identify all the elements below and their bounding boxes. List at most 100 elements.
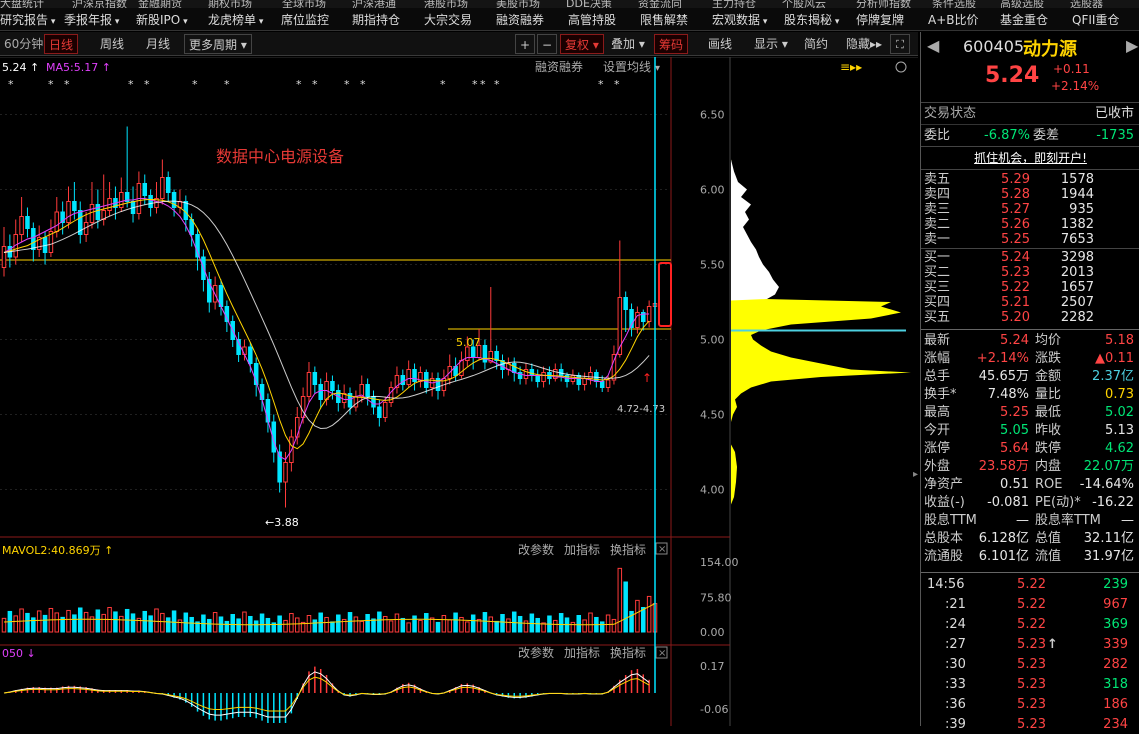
candle-body — [605, 379, 611, 388]
top-strip-item[interactable]: 条件选股 — [932, 0, 976, 8]
tick-price: 5.23 — [1017, 637, 1046, 652]
menu-item[interactable]: 宏观数据 ▾ — [712, 11, 767, 28]
gear-icon[interactable] — [895, 61, 907, 73]
chevron-down-icon: ▾ — [48, 17, 56, 27]
display-dropdown[interactable]: 显示 ▾ — [750, 34, 792, 54]
candle-body — [306, 372, 312, 397]
fullscreen-icon[interactable]: ⛶ — [890, 34, 910, 54]
overlay-dropdown[interactable]: 叠加 ▾ — [607, 34, 649, 54]
set-ma-link[interactable]: 设置均线 — [603, 60, 651, 74]
menu-item[interactable]: 基金重仓 — [1000, 11, 1048, 28]
fuquan-dropdown[interactable]: 复权 ▾ — [560, 34, 604, 54]
bid-row[interactable]: 买四 5.21 2507 — [921, 295, 1139, 310]
profile-settings-icon[interactable]: ≡▸▸ — [840, 60, 862, 74]
menu-item[interactable]: 融资融券 — [496, 11, 544, 28]
bid-row[interactable]: 买二 5.23 2013 — [921, 265, 1139, 280]
tab-week[interactable]: 周线 — [96, 34, 128, 54]
top-strip-item[interactable]: 期权市场 — [208, 0, 252, 8]
tab-day[interactable]: 日线 — [44, 34, 79, 54]
event-star-icon: * — [312, 78, 318, 91]
vol-change-param[interactable]: 改参数 — [518, 542, 554, 557]
top-strip-item[interactable]: 资金流向 — [638, 0, 682, 8]
vol-swap-indicator[interactable]: 换指标 — [610, 542, 646, 557]
top-strip-item[interactable]: 沪深京指数 — [72, 0, 127, 8]
ask-row[interactable]: 卖四 5.28 1944 — [921, 187, 1139, 202]
stat-label: 净资产 — [924, 477, 964, 492]
last-price: 5.24 — [985, 63, 1040, 88]
next-stock-icon[interactable]: ▶ — [1126, 36, 1138, 55]
collapse-panel-icon[interactable]: ▸ — [913, 469, 918, 480]
ask-row[interactable]: 卖一 5.25 7653 — [921, 232, 1139, 247]
menu-item[interactable]: QFII重仓 — [1072, 11, 1119, 28]
top-strip-item[interactable]: 大盘统计 — [0, 0, 44, 8]
menu-item[interactable]: 研究报告 ▾ — [0, 11, 55, 28]
top-strip-item[interactable]: 选股器 — [1070, 0, 1103, 8]
tick-time: :30 — [945, 657, 966, 672]
bid-row[interactable]: 买一 5.24 3298 — [921, 250, 1139, 265]
tick-price: 5.22 — [1017, 597, 1046, 612]
bid-row[interactable]: 买三 5.22 1657 — [921, 280, 1139, 295]
more-period-dropdown[interactable]: 更多周期 ▾ — [184, 34, 252, 54]
zoom-in-button[interactable]: + — [515, 34, 535, 54]
menu-item[interactable]: 龙虎榜单 ▾ — [208, 11, 263, 28]
ask-row[interactable]: 卖二 5.26 1382 — [921, 217, 1139, 232]
set-ma-chevron-icon[interactable]: ▾ — [655, 63, 660, 74]
candle-body — [265, 399, 271, 423]
simple-button[interactable]: 简约 — [800, 34, 832, 54]
candle-body — [142, 183, 148, 196]
menu-item[interactable]: 新股IPO ▾ — [136, 11, 188, 28]
stat-label: 总值 — [1035, 531, 1062, 546]
macd-close-x[interactable]: × — [658, 648, 666, 659]
vol-close-x[interactable]: × — [658, 544, 666, 555]
ask-row[interactable]: 卖五 5.29 1578 — [921, 172, 1139, 187]
top-strip-item[interactable]: 高级选股 — [1000, 0, 1044, 8]
top-strip-item[interactable]: 港股市场 — [424, 0, 468, 8]
macd-swap-indicator[interactable]: 换指标 — [610, 645, 646, 660]
menu-item[interactable]: A+B比价 — [928, 11, 979, 28]
menu-item[interactable]: 高管持股 — [568, 11, 616, 28]
volume-bar — [465, 621, 470, 633]
top-strip-item[interactable]: 主力持仓 — [712, 0, 756, 8]
candle-body — [72, 201, 77, 211]
bid-row[interactable]: 买五 5.20 2282 — [921, 310, 1139, 325]
kline-chart[interactable]: 5.24 ↑ MA5:5.17 ↑ 融资融券 设置均线 ▾ * * * * * * * * * *… — [0, 56, 918, 726]
menu-item[interactable]: 季报年报 ▾ — [64, 11, 119, 28]
candle-body — [248, 346, 253, 364]
quote-panel: ◀ 600405 动力源 ▶ 5.24 +0.11 +2.14% 交易状态 已收… — [920, 32, 1139, 732]
top-strip-item[interactable]: 个股风云 — [782, 0, 826, 8]
tick-volume: 369 — [1103, 617, 1128, 632]
macd-change-param[interactable]: 改参数 — [518, 645, 554, 660]
ask-row[interactable]: 卖三 5.27 935 — [921, 202, 1139, 217]
tick-row: :30 5.23 282 — [921, 656, 1139, 674]
top-strip-item[interactable]: 分析师指数 — [856, 0, 911, 8]
menu-item[interactable]: 限售解禁 — [640, 11, 688, 28]
top-strip-item[interactable]: 全球市场 — [282, 0, 326, 8]
candle-body — [377, 406, 382, 418]
prev-stock-icon[interactable]: ◀ — [927, 36, 939, 55]
top-strip-item[interactable]: 金融期货 — [138, 0, 182, 8]
menu-item[interactable]: 席位监控 — [281, 11, 329, 28]
stat-label: 均价 — [1035, 333, 1062, 348]
tab-month[interactable]: 月线 — [142, 34, 174, 54]
menu-item[interactable]: 停牌复牌 — [856, 11, 904, 28]
macd-add-indicator[interactable]: 加指标 — [564, 645, 600, 660]
stat-value: 22.07万 — [1083, 459, 1134, 474]
volume-bar — [611, 618, 617, 633]
event-star-icon: * — [144, 78, 150, 91]
top-strip-item[interactable]: 沪深港通 — [352, 0, 396, 8]
candle-body — [406, 369, 411, 385]
top-strip-item[interactable]: 美股市场 — [496, 0, 540, 8]
top-strip-item[interactable]: DDE决策 — [566, 0, 612, 8]
zoom-out-button[interactable]: − — [537, 34, 557, 54]
draw-line-button[interactable]: 画线 — [704, 34, 736, 54]
rzrq-link[interactable]: 融资融券 — [535, 59, 583, 74]
vol-add-indicator[interactable]: 加指标 — [564, 542, 600, 557]
open-account-link[interactable]: 抓住机会，即刻开户! — [921, 149, 1139, 166]
hide-button[interactable]: 隐藏▸▸ — [842, 34, 886, 54]
menu-item[interactable]: 大宗交易 — [424, 11, 472, 28]
level-price: 5.25 — [1001, 232, 1030, 247]
menu-item[interactable]: 期指持仓 — [352, 11, 400, 28]
volume-bar — [19, 608, 24, 633]
menu-item[interactable]: 股东揭秘 ▾ — [784, 11, 839, 28]
chips-button[interactable]: 筹码 — [654, 34, 689, 54]
